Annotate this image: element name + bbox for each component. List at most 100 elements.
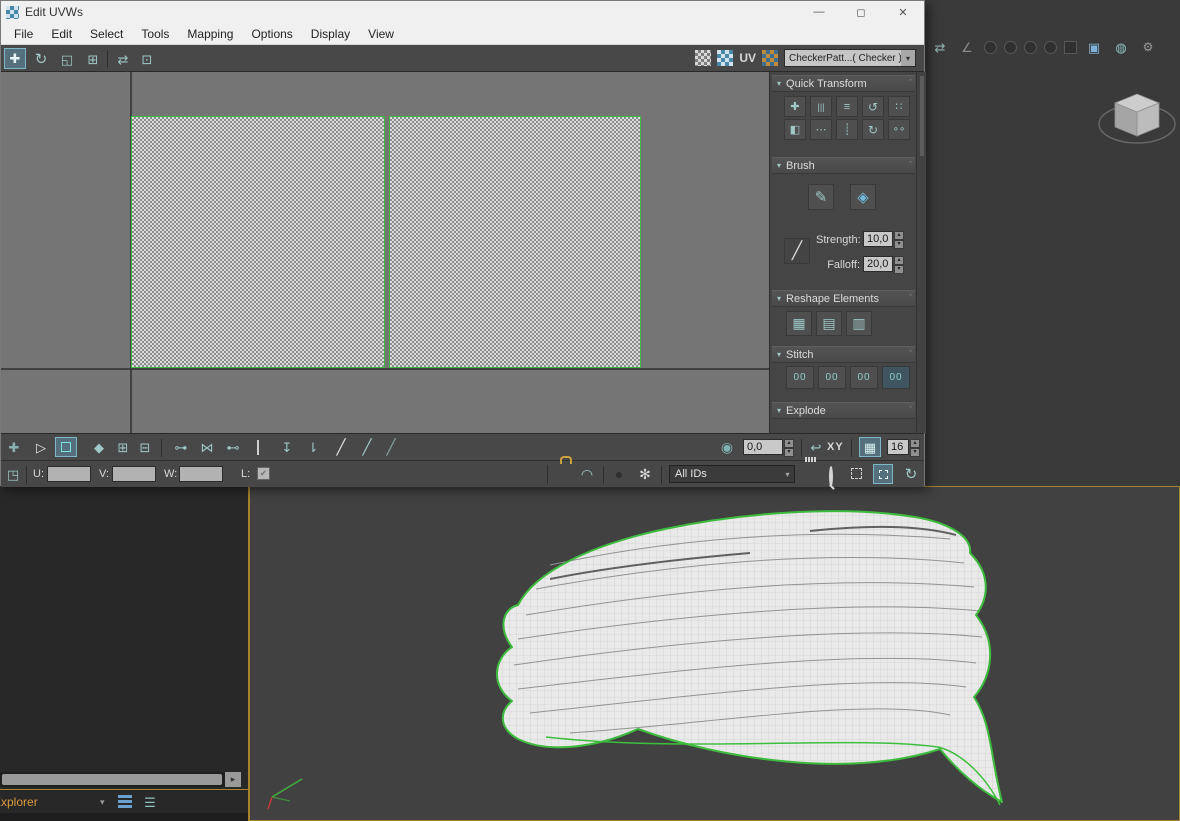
rollout-stitch[interactable]: ▾ Stitch ˆ: [772, 346, 915, 363]
menu-tools[interactable]: Tools: [132, 23, 178, 44]
snap-toggle-icon[interactable]: [984, 41, 997, 54]
viewcube[interactable]: [1095, 78, 1180, 163]
stitch-custom-button[interactable]: 00: [786, 366, 814, 389]
uv-shell-icon[interactable]: ◳: [3, 464, 23, 484]
percent-snap-icon[interactable]: [1024, 41, 1037, 54]
uv-island-right[interactable]: [389, 116, 641, 368]
angle-snap-icon[interactable]: [1004, 41, 1017, 54]
target-weld-icon[interactable]: ⋈: [197, 437, 217, 457]
spinner-up-icon[interactable]: ▴: [910, 439, 920, 448]
spinner-up-icon[interactable]: ▴: [894, 256, 904, 265]
element-mode-icon[interactable]: ◆: [89, 437, 109, 457]
unpin-tool-icon[interactable]: ⇂: [303, 437, 323, 457]
show-grid-icon[interactable]: [695, 50, 711, 66]
spinner-down-icon[interactable]: ▾: [894, 265, 904, 274]
spinner-up-icon[interactable]: ▴: [894, 231, 904, 240]
freeform-tool-button[interactable]: ⊞: [83, 49, 103, 69]
explorer-dropdown-icon[interactable]: ▾: [100, 797, 105, 808]
break-icon[interactable]: ⊷: [223, 437, 243, 457]
move-selected-icon[interactable]: ✚: [4, 437, 24, 457]
scale-tool-button[interactable]: ◱: [57, 49, 77, 69]
relax-button[interactable]: ▥: [846, 311, 872, 336]
distribute-horizontal-button[interactable]: ∘∘: [888, 119, 910, 140]
strength-spinner[interactable]: ▴ ▾: [894, 231, 904, 247]
rotate-ccw-button[interactable]: ↺: [862, 96, 884, 117]
strength-field[interactable]: 10,0: [863, 231, 893, 247]
freeze-icon[interactable]: ✻: [635, 464, 655, 484]
spinner-up-icon[interactable]: ▴: [784, 439, 794, 448]
rollout-brush[interactable]: ▾ Brush ˆ: [772, 157, 915, 174]
panel-scrollbar-thumb[interactable]: [920, 76, 924, 156]
zoom-extents-selected-button[interactable]: [873, 464, 893, 484]
zoom-region-icon[interactable]: [851, 468, 862, 479]
polygon-subobject-button[interactable]: [55, 437, 77, 457]
pen-tool-icon[interactable]: ╱: [331, 437, 351, 457]
align-vertical-button[interactable]: ✚: [784, 96, 806, 117]
rotate-cw-button[interactable]: ↻: [862, 119, 884, 140]
paint-soft-selection-icon[interactable]: ●: [609, 464, 629, 484]
menu-display[interactable]: Display: [302, 23, 359, 44]
perspective-viewport[interactable]: [248, 486, 1180, 821]
soft-selection-icon[interactable]: ◠: [577, 464, 597, 484]
uv-island-left[interactable]: [131, 116, 385, 368]
align-icon[interactable]: ∠: [957, 37, 977, 57]
falloff-spinner[interactable]: ▴ ▾: [894, 256, 904, 272]
minimize-button[interactable]: —: [798, 1, 840, 23]
rollout-quick-transform[interactable]: ▾ Quick Transform ˆ: [772, 75, 915, 92]
spinner-snap-icon[interactable]: [1044, 41, 1057, 54]
brush-falloff-curve-button[interactable]: ╱: [784, 238, 810, 264]
u-field[interactable]: [47, 466, 91, 482]
list-view-icon[interactable]: ☰: [140, 792, 160, 812]
linear-align-horizontal-button[interactable]: ≡: [836, 96, 858, 117]
space-vertical-button[interactable]: ┊: [836, 119, 858, 140]
space-horizontal-button[interactable]: ⋯: [810, 119, 832, 140]
stitch-target-button[interactable]: 00: [882, 366, 910, 389]
relax-pen-icon[interactable]: ╱: [381, 437, 401, 457]
rotate-90-icon[interactable]: ↩: [806, 437, 826, 457]
linear-align-vertical-button[interactable]: |||: [810, 96, 832, 117]
grid-size-spinner[interactable]: ▴ ▾: [910, 439, 920, 455]
layers-icon[interactable]: [118, 795, 132, 808]
dock-scroll-right-button[interactable]: ▸: [225, 772, 241, 787]
coordinate-spinner[interactable]: ▴ ▾: [784, 439, 794, 455]
relax-brush-button[interactable]: ◈: [850, 184, 876, 210]
select-element-icon[interactable]: ▷: [31, 437, 51, 457]
checker-pattern-icon[interactable]: [717, 50, 733, 66]
pin-tool-icon[interactable]: ↧: [277, 437, 297, 457]
mirror-tool-button[interactable]: ⇄: [113, 49, 133, 69]
mirror-icon[interactable]: ⇄: [930, 37, 950, 57]
distribute-vertical-button[interactable]: ∷: [888, 96, 910, 117]
dock-scrollbar-thumb[interactable]: [2, 774, 222, 785]
material-id-dropdown[interactable]: All IDs ▾: [669, 465, 795, 483]
align-horizontal-button[interactable]: ◧: [784, 119, 806, 140]
weld-selected-icon[interactable]: ⊶: [171, 437, 191, 457]
spline-brush-icon[interactable]: ╱: [357, 437, 377, 457]
spinner-down-icon[interactable]: ▾: [894, 240, 904, 249]
grid-size-field[interactable]: 16: [887, 439, 909, 455]
menu-select[interactable]: Select: [81, 23, 132, 44]
uv-editor-canvas[interactable]: [1, 72, 769, 433]
v-field[interactable]: [112, 466, 156, 482]
stitch-source-button[interactable]: 00: [850, 366, 878, 389]
grid-tool-a-icon[interactable]: ⊞: [113, 437, 133, 457]
stitch-average-button[interactable]: 00: [818, 366, 846, 389]
material-editor-icon[interactable]: ◍: [1111, 37, 1131, 57]
named-selection-icon[interactable]: [1064, 41, 1077, 54]
spinner-down-icon[interactable]: ▾: [784, 448, 794, 457]
zoom-icon[interactable]: [829, 466, 833, 487]
paint-move-brush-button[interactable]: ✎: [808, 184, 834, 210]
falloff-field[interactable]: 20,0: [863, 256, 893, 272]
gear-icon[interactable]: ⚙: [1138, 37, 1158, 57]
texture-selector-dropdown[interactable]: CheckerPatt...( Checker ) ▾: [784, 49, 916, 67]
move-tool-button[interactable]: ✚: [4, 48, 26, 69]
panel-scrollbar[interactable]: [916, 72, 926, 433]
rotate-tool-button[interactable]: ↻: [31, 49, 51, 69]
rollout-explode[interactable]: ▾ Explode ˆ: [772, 402, 915, 419]
texture-checker-icon[interactable]: [762, 50, 778, 66]
absolute-typein-icon[interactable]: ◉: [717, 437, 737, 457]
snap-tool-button[interactable]: ⊡: [137, 49, 157, 69]
menu-options[interactable]: Options: [242, 23, 301, 44]
w-field[interactable]: [179, 466, 223, 482]
render-setup-icon[interactable]: ▣: [1084, 37, 1104, 57]
menu-view[interactable]: View: [359, 23, 403, 44]
